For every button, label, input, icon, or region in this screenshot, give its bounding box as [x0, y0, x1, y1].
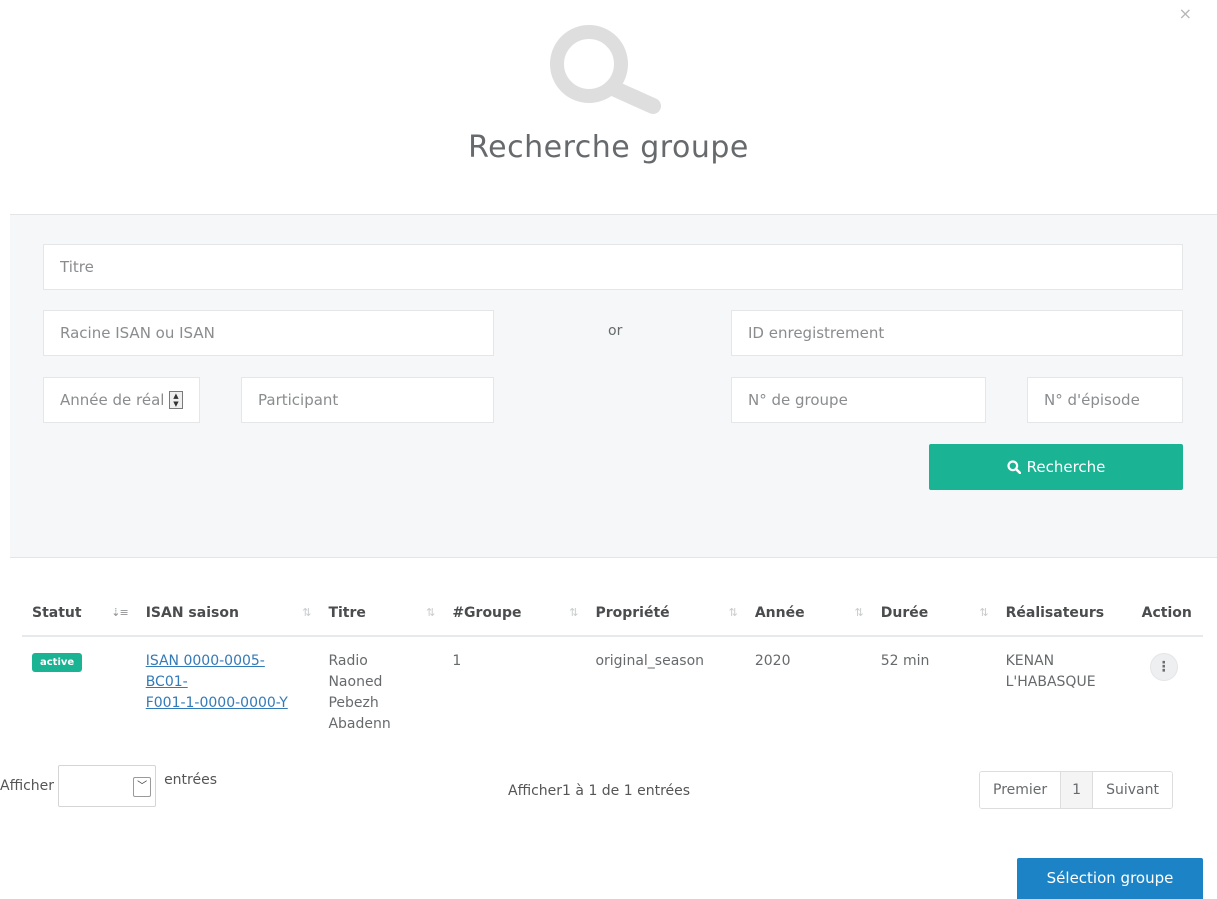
sort-icon[interactable]: ⇅: [569, 606, 578, 619]
cell-annee: 2020: [754, 653, 791, 669]
chevron-down-icon[interactable]: ﹀: [133, 777, 152, 797]
sort-icon[interactable]: ⇅: [979, 606, 988, 619]
sort-icon[interactable]: ⇅: [302, 606, 311, 619]
cell-duree: 52 min: [880, 653, 930, 669]
pagination-next[interactable]: Suivant: [1093, 772, 1172, 808]
cell-isan-saison: ISAN 0000-0005- BC01- F001-1-0000-0000-Y: [136, 636, 319, 741]
sort-icon[interactable]: ⇅: [729, 606, 738, 619]
column-realisateurs: Réalisateurs: [995, 590, 1132, 637]
column-isan-saison[interactable]: ISAN saison ⇅: [135, 590, 319, 637]
table-row: active ISAN 0000-0005- BC01- F001-1-0000…: [22, 636, 1203, 741]
episode-input[interactable]: [1044, 378, 1166, 422]
column-action: Action: [1131, 590, 1203, 637]
pagination-first[interactable]: Premier: [980, 772, 1062, 808]
cell-groupe: 1: [452, 653, 462, 669]
pagination: Premier 1 Suivant: [979, 771, 1173, 809]
page-length-control: Afficher ﹀ entrées: [0, 765, 217, 807]
sort-icon[interactable]: ⇅: [855, 606, 864, 619]
titre-field[interactable]: [43, 244, 1183, 290]
pagination-page-1[interactable]: 1: [1061, 772, 1094, 808]
participant-input[interactable]: [258, 378, 477, 422]
search-button[interactable]: Recherche: [929, 444, 1183, 490]
page-length-select[interactable]: ﹀: [58, 765, 157, 807]
groupe-field[interactable]: [731, 377, 986, 423]
search-panel: or ▲▼ Recherche: [10, 214, 1217, 558]
table-info: Afficher1 à 1 de 1 entrées: [508, 783, 691, 799]
or-label: or: [608, 323, 623, 339]
cell-action: ⋮: [1132, 636, 1203, 741]
cell-realisateurs: KENAN L'HABASQUE: [1005, 653, 1096, 690]
column-groupe[interactable]: #Groupe ⇅: [442, 590, 586, 637]
cell-titre: Radio Naoned Pebezh Abadenn: [328, 653, 391, 732]
more-options-icon[interactable]: ⋮: [1149, 653, 1178, 681]
search-icon: [550, 25, 661, 114]
isan-link[interactable]: ISAN 0000-0005- BC01- F001-1-0000-0000-Y: [146, 653, 288, 711]
entrees-label: entrées: [164, 772, 218, 788]
isan-input[interactable]: [60, 311, 477, 355]
isan-field[interactable]: [43, 310, 494, 356]
results-table: Statut ⇣≡ ISAN saison ⇅ Titre ⇅ #Groupe ⇅ Pr…: [22, 590, 1203, 741]
cell-statut: active: [22, 636, 136, 741]
number-spinner-icon[interactable]: ▲ ▼: [169, 391, 183, 409]
column-statut[interactable]: Statut ⇣≡: [22, 590, 136, 637]
annee-field[interactable]: ▲▼: [43, 377, 200, 423]
sort-asc-icon[interactable]: ⇣≡: [111, 606, 128, 619]
id-enregistrement-input[interactable]: [748, 311, 1166, 355]
page-title: Recherche groupe: [468, 130, 749, 165]
search-icon: [1007, 460, 1021, 474]
episode-field[interactable]: [1027, 377, 1183, 423]
column-propriete[interactable]: Propriété ⇅: [585, 590, 745, 637]
sort-icon[interactable]: ⇅: [426, 606, 435, 619]
titre-input[interactable]: [60, 245, 1166, 289]
table-header-row: Statut ⇣≡ ISAN saison ⇅ Titre ⇅ #Groupe ⇅ Pr…: [22, 590, 1203, 637]
column-annee[interactable]: Année ⇅: [744, 590, 871, 637]
column-titre[interactable]: Titre ⇅: [318, 590, 443, 637]
annee-input[interactable]: [60, 378, 163, 422]
participant-field[interactable]: [241, 377, 494, 423]
id-enregistrement-field[interactable]: [731, 310, 1183, 356]
afficher-label: Afficher: [0, 778, 55, 794]
status-badge: active: [32, 653, 83, 672]
cell-propriete: original_season: [595, 653, 705, 669]
search-button-label: Recherche: [1026, 458, 1106, 476]
select-group-button[interactable]: Sélection groupe: [1017, 858, 1203, 899]
groupe-input[interactable]: [748, 378, 969, 422]
column-duree[interactable]: Durée ⇅: [870, 590, 996, 637]
modal-header: Recherche groupe: [0, 0, 1217, 214]
